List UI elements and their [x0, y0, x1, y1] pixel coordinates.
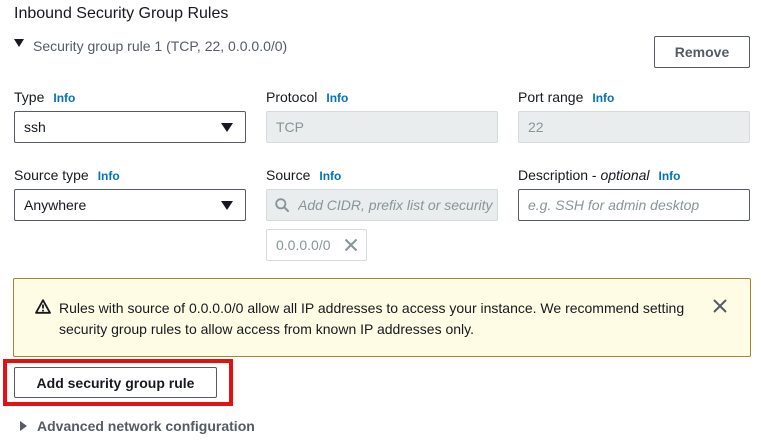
source-token: 0.0.0.0/0	[266, 229, 367, 261]
source-type-select[interactable]: Anywhere	[14, 189, 246, 221]
port-range-value: 22	[528, 119, 544, 135]
type-info-link[interactable]: Info	[53, 91, 75, 105]
description-info-link[interactable]: Info	[659, 169, 681, 183]
port-range-field: 22	[518, 111, 750, 143]
remove-rule-button[interactable]: Remove	[654, 36, 750, 68]
type-select-value: ssh	[24, 119, 46, 135]
source-info-link[interactable]: Info	[319, 169, 341, 183]
caret-down-icon	[14, 39, 24, 47]
source-token-label: 0.0.0.0/0	[276, 237, 331, 253]
caret-right-icon	[20, 421, 27, 431]
alert-message: Rules with source of 0.0.0.0/0 allow all…	[59, 300, 685, 337]
source-label-text: Source	[266, 167, 311, 183]
close-icon[interactable]	[713, 299, 727, 318]
source-type-select-value: Anywhere	[24, 197, 87, 213]
type-label: Type Info	[14, 89, 75, 105]
warning-alert: Rules with source of 0.0.0.0/0 allow all…	[13, 278, 751, 357]
port-range-label-text: Port range	[518, 89, 584, 105]
source-search-input[interactable]	[298, 197, 493, 213]
source-type-label-text: Source type	[14, 167, 89, 183]
section-title: Inbound Security Group Rules	[14, 5, 229, 22]
description-label: Description - optional Info	[518, 167, 681, 183]
warning-icon	[35, 299, 51, 319]
close-icon[interactable]	[344, 238, 358, 252]
type-select[interactable]: ssh	[14, 111, 246, 143]
advanced-network-configuration-label: Advanced network configuration	[37, 418, 255, 434]
port-range-info-link[interactable]: Info	[592, 91, 614, 105]
protocol-label-text: Protocol	[266, 89, 318, 105]
chevron-down-icon	[221, 200, 233, 210]
protocol-info-link[interactable]: Info	[326, 91, 348, 105]
chevron-down-icon	[221, 122, 233, 132]
source-search-box[interactable]	[266, 189, 498, 221]
description-field[interactable]	[518, 189, 750, 221]
port-range-label: Port range Info	[518, 89, 614, 105]
source-type-info-link[interactable]: Info	[98, 169, 120, 183]
description-label-text: Description -	[518, 167, 601, 183]
protocol-label: Protocol Info	[266, 89, 348, 105]
search-icon	[275, 198, 289, 212]
description-input[interactable]	[528, 197, 749, 213]
source-type-label: Source type Info	[14, 167, 120, 183]
protocol-value: TCP	[276, 119, 304, 135]
protocol-field: TCP	[266, 111, 498, 143]
rule-1-header-toggle[interactable]: Security group rule 1 (TCP, 22, 0.0.0.0/…	[14, 38, 287, 54]
security-group-rules-panel: Inbound Security Group Rules Security gr…	[0, 0, 761, 448]
add-security-group-rule-button[interactable]: Add security group rule	[14, 367, 217, 398]
description-optional-text: optional	[600, 167, 650, 183]
advanced-network-configuration-toggle[interactable]: Advanced network configuration	[20, 418, 255, 434]
type-label-text: Type	[14, 89, 45, 105]
rule-1-header-label: Security group rule 1 (TCP, 22, 0.0.0.0/…	[33, 38, 288, 54]
source-label: Source Info	[266, 167, 341, 183]
